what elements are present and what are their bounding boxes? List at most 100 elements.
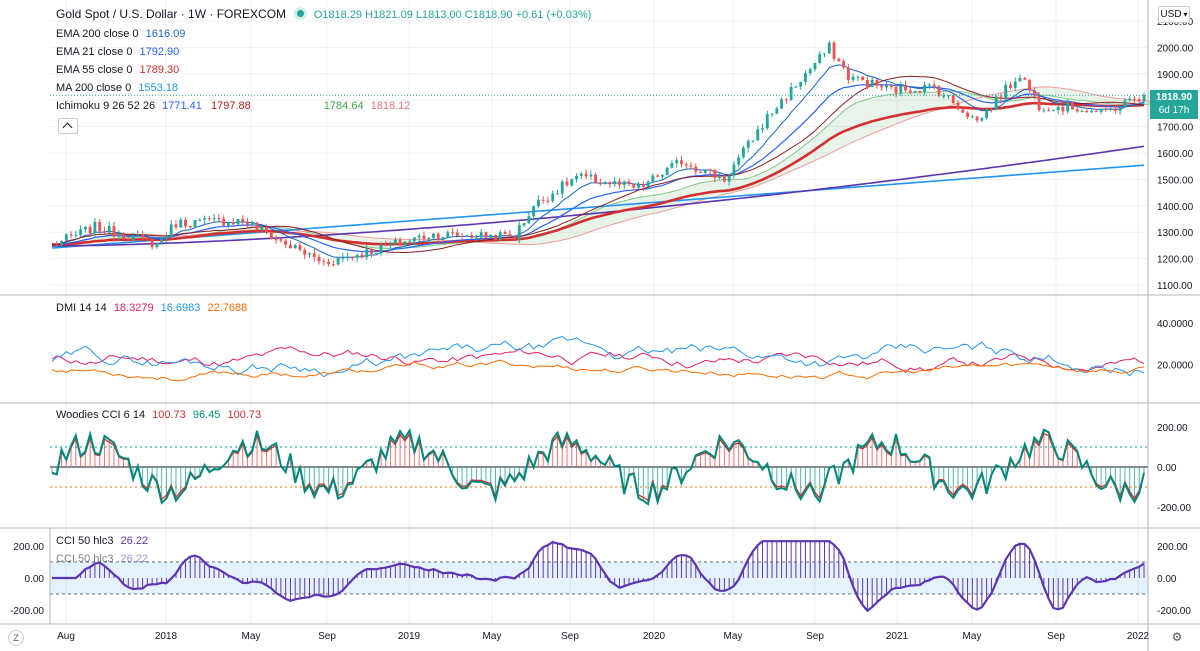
indicator-ema21[interactable]: EMA 21 close 0 1792.90 xyxy=(56,46,179,58)
zoom-reset-button[interactable]: Z xyxy=(8,630,24,646)
candle-body xyxy=(155,242,159,248)
candle-body xyxy=(856,76,860,78)
last-price-value: 1818.90 xyxy=(1155,92,1193,103)
candle-body xyxy=(713,170,717,178)
candle-body xyxy=(250,222,254,225)
candle-body xyxy=(1018,77,1022,82)
settings-button[interactable]: ⚙ xyxy=(1170,630,1184,644)
candle-body xyxy=(222,218,226,226)
candle-body xyxy=(603,182,607,185)
candle-body xyxy=(284,240,288,245)
candle-body xyxy=(975,116,979,121)
candle-body xyxy=(117,234,121,237)
candle-body xyxy=(579,173,583,176)
candle-body xyxy=(474,237,478,239)
candle-body xyxy=(365,249,369,258)
symbol-label: Gold Spot / U.S. Dollar · 1W · FOREXCOM xyxy=(56,7,287,21)
collapse-legend-button[interactable] xyxy=(58,118,78,134)
candle-body xyxy=(436,233,440,240)
candle-body xyxy=(1051,110,1055,112)
indicator-ema200[interactable]: EMA 200 close 0 1616.09 xyxy=(56,28,185,40)
candle-body xyxy=(646,181,650,187)
candle-body xyxy=(727,175,731,182)
ichimoku-span-a-value: 1784.64 xyxy=(323,100,364,112)
candle-body xyxy=(231,222,235,225)
woodies-tick-label: 0.00 xyxy=(1157,463,1177,474)
candle-body xyxy=(918,90,922,93)
candle-body xyxy=(455,232,459,236)
candle-body xyxy=(255,222,259,231)
candle-body xyxy=(613,181,617,185)
indicator-label: DMI 14 14 xyxy=(56,302,107,314)
chart-canvas[interactable]: 2100.002000.001900.001800.001700.001600.… xyxy=(0,0,1200,651)
candle-body xyxy=(55,244,59,246)
candle-body xyxy=(217,218,221,220)
woodies-cci-pane xyxy=(50,427,1148,506)
dmi-tick-label: 40.0000 xyxy=(1157,319,1194,330)
candle-body xyxy=(1004,84,1008,99)
candle-body xyxy=(1099,108,1103,112)
candle-body xyxy=(556,193,559,195)
dmi-legend[interactable]: DMI 14 14 18.3279 16.6983 22.7688 xyxy=(56,302,247,314)
candle-body xyxy=(660,174,664,177)
candle-body xyxy=(517,225,521,240)
woodies-legend[interactable]: Woodies CCI 6 14 100.73 96.45 100.73 xyxy=(56,409,261,421)
indicator-ma200[interactable]: MA 200 close 0 1553.18 xyxy=(56,82,178,94)
indicator-ichimoku[interactable]: Ichimoku 9 26 52 26 1771.41 1797.88 1784… xyxy=(56,100,410,112)
candle-body xyxy=(775,108,779,114)
candle-body xyxy=(1118,107,1122,111)
currency-select[interactable]: USD ▾ xyxy=(1158,6,1190,23)
candle-body xyxy=(703,169,707,173)
candle-body xyxy=(1080,111,1084,113)
candle-body xyxy=(360,254,364,258)
candle-body xyxy=(122,234,125,240)
candle-body xyxy=(551,193,555,202)
candle-body xyxy=(141,234,145,238)
candle-body xyxy=(865,79,869,87)
candle-body xyxy=(260,227,264,231)
candle-body xyxy=(689,165,693,167)
candle-body xyxy=(985,109,989,118)
indicator-label: EMA 55 close 0 xyxy=(56,64,133,76)
candle-body xyxy=(708,169,712,171)
candle-body xyxy=(899,85,903,93)
candle-body xyxy=(312,253,316,257)
candle-body xyxy=(298,245,302,250)
candle-body xyxy=(93,221,97,234)
candle-body xyxy=(823,53,826,55)
time-tick-label: Aug xyxy=(57,631,75,642)
candle-body xyxy=(532,206,536,217)
candle-body xyxy=(308,253,311,255)
indicator-ema55[interactable]: EMA 55 close 0 1789.30 xyxy=(56,64,179,76)
indicator-label: Ichimoku 9 26 52 26 xyxy=(56,100,156,112)
candle-body xyxy=(942,95,946,97)
candle-body xyxy=(842,61,846,68)
candle-body xyxy=(374,253,378,255)
candle-body xyxy=(742,147,745,158)
candle-body xyxy=(370,249,373,254)
candle-body xyxy=(861,76,865,80)
candle-body xyxy=(274,239,278,241)
candle-body xyxy=(608,182,612,185)
symbol-title[interactable]: Gold Spot / U.S. Dollar · 1W · FOREXCOM … xyxy=(56,7,591,21)
candle-body xyxy=(498,232,502,241)
candle-body xyxy=(288,244,292,249)
ichimoku-base-value: 1797.88 xyxy=(210,100,251,112)
candle-body xyxy=(160,238,164,243)
woodies-value-1: 100.73 xyxy=(152,409,186,421)
candle-body xyxy=(1104,108,1108,110)
indicator-label: EMA 200 close 0 xyxy=(56,28,139,40)
candle-body xyxy=(808,69,812,74)
indicator-value: 1789.30 xyxy=(139,64,180,76)
candle-body xyxy=(1071,102,1074,110)
price-tick-label: 1200.00 xyxy=(1157,255,1194,266)
candle-body xyxy=(503,232,507,235)
candle-body xyxy=(1123,100,1127,108)
candle-body xyxy=(837,58,841,62)
candle-body xyxy=(212,218,216,220)
candle-body xyxy=(818,53,822,63)
candle-body xyxy=(427,237,431,239)
cci-legend[interactable]: CCI 50 hlc3 26.22 xyxy=(56,535,148,547)
candle-body xyxy=(770,113,774,115)
candle-body xyxy=(279,239,283,241)
